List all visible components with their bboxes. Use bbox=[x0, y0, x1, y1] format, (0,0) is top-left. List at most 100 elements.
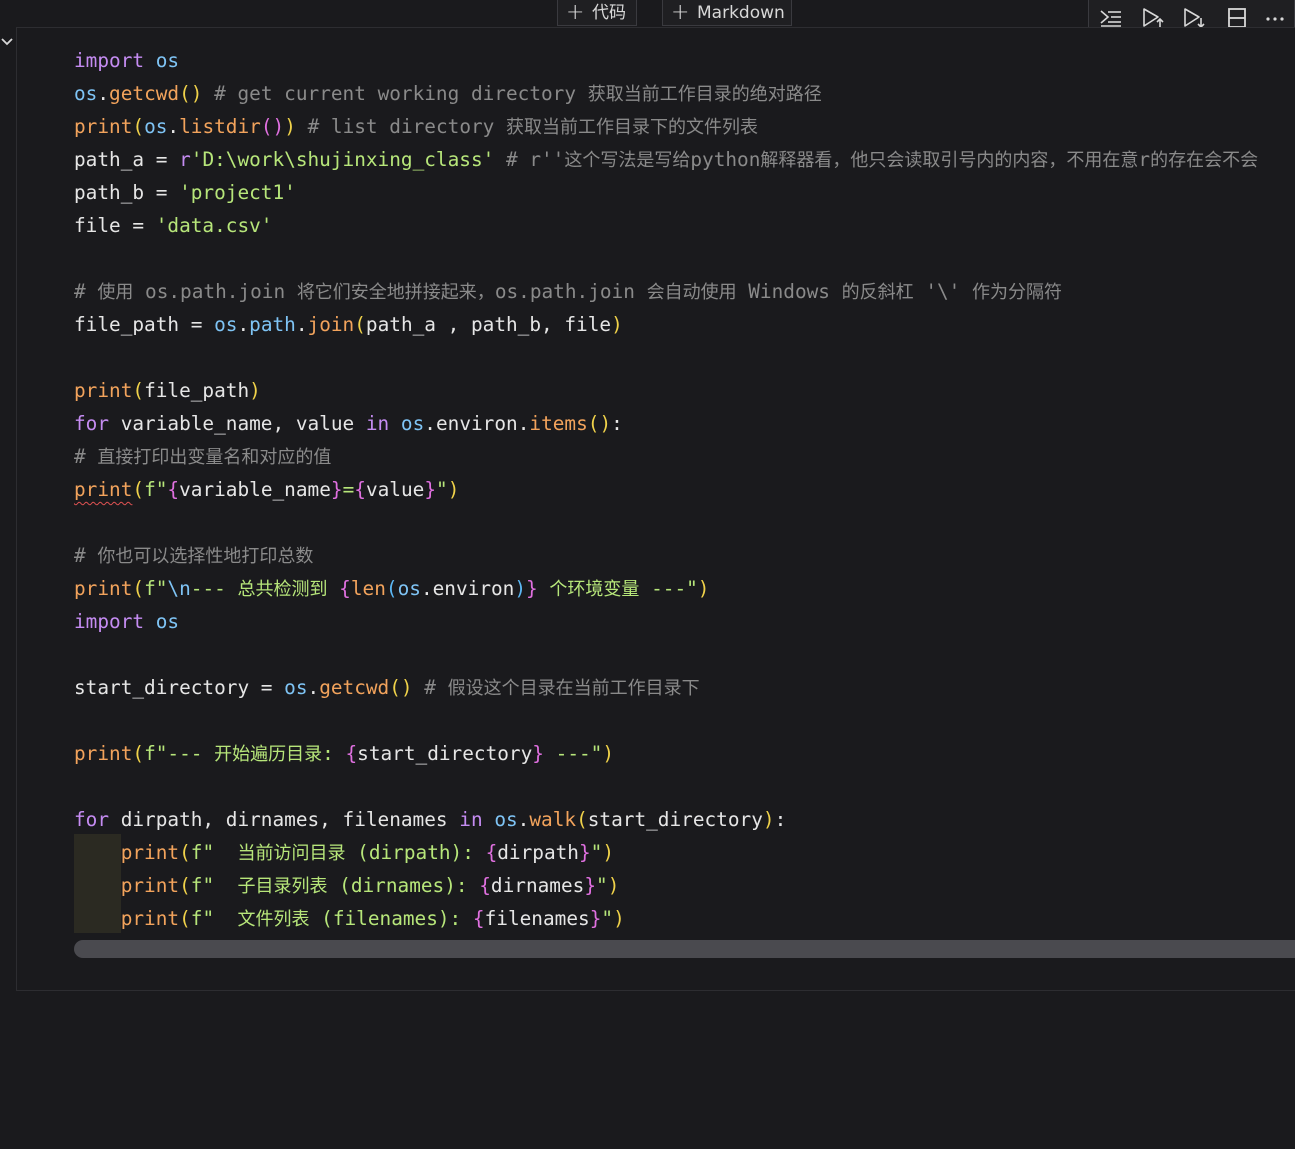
code-line: print(os.listdir()) # list directory 获取当… bbox=[74, 110, 758, 143]
plain-token: variable_name, value bbox=[109, 412, 366, 435]
add-code-cell-button[interactable]: + 代码 bbox=[557, 0, 637, 26]
comment-token: 直接打印出变量名和对应的值 bbox=[97, 447, 332, 468]
bracket-token: ( bbox=[576, 808, 588, 831]
string-token: 开始遍历目录 bbox=[214, 744, 323, 765]
comment-token: os.path.join bbox=[133, 280, 297, 303]
bracket-token: } bbox=[584, 874, 597, 897]
plain-token: . bbox=[97, 82, 110, 105]
comment-token: 获取当前工作目录下的文件列表 bbox=[506, 117, 759, 138]
string-token: f" bbox=[190, 874, 238, 897]
horizontal-scrollbar[interactable] bbox=[74, 940, 1295, 958]
comment-token: 你也可以选择性地打印总数 bbox=[97, 546, 314, 567]
plain-token: . bbox=[517, 808, 530, 831]
bracket-token: ) bbox=[249, 379, 261, 402]
string-token: 子目录列表 bbox=[237, 876, 328, 897]
string-token: 'D:\work\shujinxing_class' bbox=[190, 148, 495, 171]
code-line: for dirpath, dirnames, filenames in os.w… bbox=[74, 803, 786, 836]
comment-token: 假设这个目录在当前工作目录下 bbox=[447, 678, 700, 699]
code-line: # 直接打印出变量名和对应的值 bbox=[74, 440, 331, 473]
plain-token: : bbox=[611, 412, 623, 435]
plain-token: . bbox=[295, 313, 308, 336]
bracket-token: ) bbox=[611, 313, 623, 336]
comment-token: # bbox=[74, 280, 98, 303]
bracket-token: { bbox=[339, 577, 351, 600]
keyword-token: for bbox=[74, 412, 110, 435]
module-token: os bbox=[74, 82, 98, 105]
comment-token: 的存在会不会 bbox=[1150, 150, 1259, 171]
bracket-token: ( bbox=[132, 115, 145, 138]
bracket-token: ( bbox=[385, 577, 398, 600]
string-token bbox=[327, 577, 339, 600]
code-line: print(f" 文件列表 (filenames): {filenames}") bbox=[74, 902, 625, 935]
bracket-token: ( bbox=[132, 379, 145, 402]
bracket-token: } bbox=[589, 907, 602, 930]
function-token: listdir bbox=[179, 115, 261, 138]
bracket-token: ) bbox=[607, 874, 620, 897]
string-token: ---" bbox=[639, 577, 698, 600]
string-token: 文件列表 bbox=[237, 909, 310, 930]
bracket-token: } bbox=[532, 742, 544, 765]
string-token: " bbox=[601, 907, 614, 930]
function-token: getcwd bbox=[109, 82, 180, 105]
module-token: os bbox=[494, 808, 518, 831]
code-line: for variable_name, value in os.environ.i… bbox=[74, 407, 623, 440]
string-token: 个环境变量 bbox=[549, 579, 640, 600]
bracket-token: } bbox=[330, 478, 343, 501]
function-token: getcwd bbox=[319, 676, 390, 699]
module-token: os bbox=[284, 676, 308, 699]
execute-below-icon bbox=[1184, 8, 1205, 29]
code-line: print(f" 子目录列表 (dirnames): {dirnames}") bbox=[74, 869, 620, 902]
bracket-token: { bbox=[167, 478, 180, 501]
bracket-token: ) bbox=[602, 841, 615, 864]
string-token: (dirpath): bbox=[345, 841, 486, 864]
plain-token: variable_name bbox=[179, 478, 331, 501]
module-token: path bbox=[249, 313, 296, 336]
code-line: print(f" 当前访问目录 (dirpath): {dirpath}") bbox=[74, 836, 614, 869]
comment-token: # list directory bbox=[295, 115, 507, 138]
add-markdown-cell-button[interactable]: + Markdown bbox=[662, 0, 792, 26]
execute-above-icon bbox=[1143, 8, 1164, 28]
comment-token: 获取当前工作目录的绝对路径 bbox=[587, 84, 822, 105]
plain-token: dirpath, dirnames, filenames bbox=[109, 808, 460, 831]
comment-token: r bbox=[1138, 148, 1151, 171]
string-token: f" bbox=[144, 577, 168, 600]
bracket-token: ) bbox=[613, 907, 625, 930]
plain-token: dirnames bbox=[490, 874, 585, 897]
code-line: # 你也可以选择性地打印总数 bbox=[74, 539, 313, 572]
plain-token: start_directory bbox=[357, 742, 533, 765]
plain-token: . bbox=[424, 412, 436, 435]
bracket-token: ( bbox=[354, 313, 366, 336]
plain-token: . bbox=[307, 676, 320, 699]
comment-token: # get current working directory bbox=[202, 82, 588, 105]
function-token: print bbox=[74, 379, 133, 402]
bracket-token: } bbox=[578, 841, 591, 864]
string-token: " bbox=[596, 874, 608, 897]
comment-token: # r'' bbox=[494, 148, 565, 171]
plain-token: : bbox=[774, 808, 787, 831]
bracket-token: { bbox=[479, 874, 491, 897]
plain-token: path_b = bbox=[74, 181, 180, 204]
function-token: print bbox=[74, 742, 133, 765]
plain-token: file_path bbox=[144, 379, 250, 402]
plus-icon: + bbox=[671, 0, 690, 25]
module-token: os bbox=[144, 115, 168, 138]
collapse-cell-button[interactable] bbox=[0, 34, 14, 48]
bracket-token: () bbox=[179, 82, 203, 105]
comment-token: 的反斜杠 bbox=[841, 282, 914, 303]
code-line: print(f"{variable_name}={value}") bbox=[74, 473, 459, 506]
string-token: " bbox=[436, 478, 448, 501]
run-by-line-icon bbox=[1100, 10, 1121, 27]
bracket-token: ) bbox=[514, 577, 527, 600]
comment-token: os.path.join bbox=[494, 280, 647, 303]
function-token: print bbox=[120, 907, 180, 930]
bracket-token: ) bbox=[762, 808, 775, 831]
bracket-token: ( bbox=[132, 742, 145, 765]
bracket-token: ) bbox=[602, 742, 615, 765]
code-cell[interactable]: import os os.getcwd() # get current worki… bbox=[16, 27, 1295, 991]
